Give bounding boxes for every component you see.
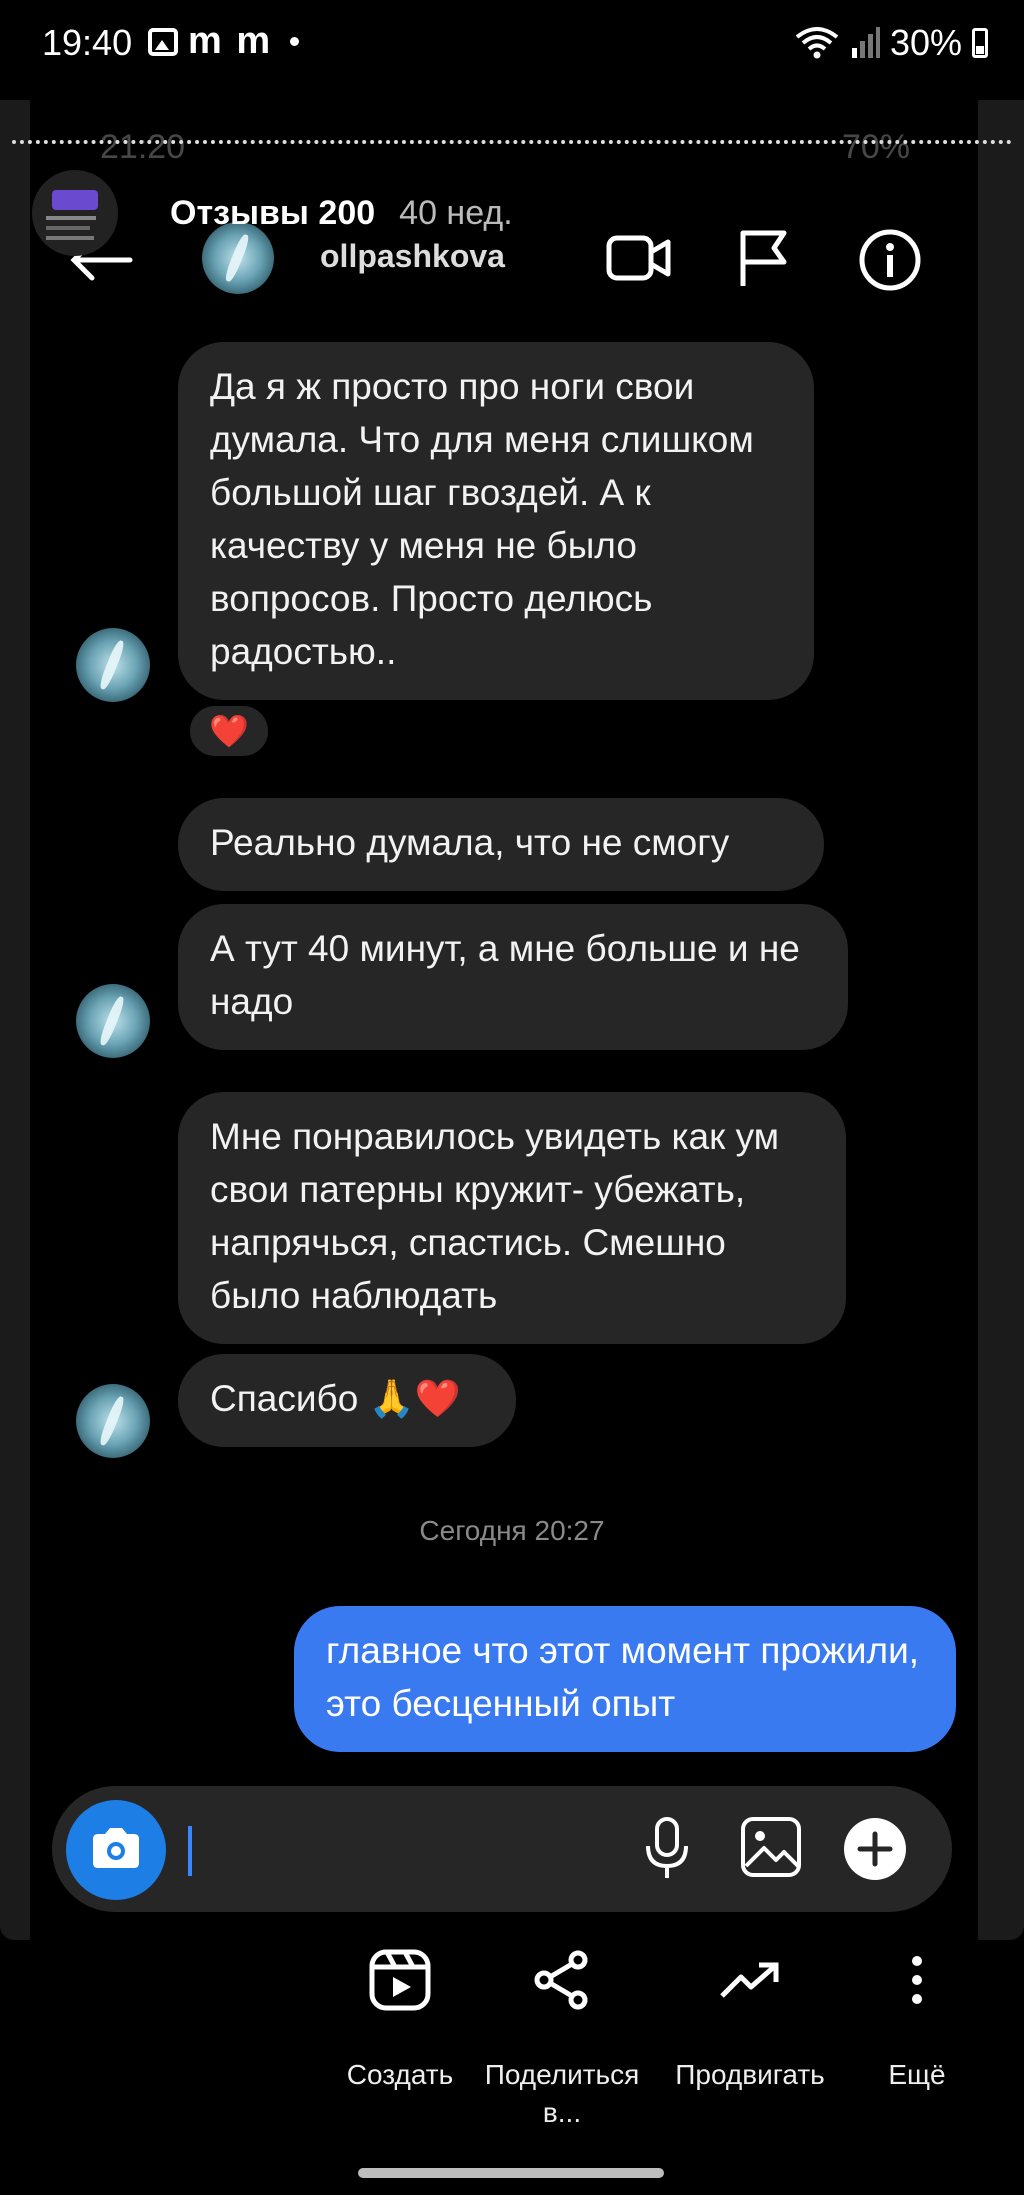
post-actions-bar: Создать Поделиться в... Продвигать Ещё <box>0 1940 1024 2128</box>
more-button[interactable]: Ещё <box>872 1940 962 2094</box>
add-icon[interactable] <box>842 1816 908 1887</box>
status-time: 19:40 <box>42 22 133 63</box>
message-composer <box>52 1786 952 1912</box>
share-label: Поделиться в... <box>484 2059 640 2128</box>
message-avatar[interactable] <box>76 1384 150 1458</box>
signal-icon <box>850 26 880 60</box>
message-bubble: А тут 40 минут, а мне больше и не надо <box>178 904 848 1050</box>
inner-status-bar: 21:20 70% <box>100 128 910 168</box>
heart-reaction[interactable]: ❤️ <box>186 702 272 760</box>
message-bubble: Мне понравилось увидеть как ум свои пате… <box>178 1092 846 1344</box>
share-icon <box>472 1940 652 2020</box>
message-input[interactable] <box>188 1826 192 1876</box>
my-message-bubble: главное что этот момент прожили, это бес… <box>294 1606 956 1752</box>
video-call-icon[interactable] <box>606 228 672 293</box>
reels-create-icon <box>330 1940 470 2020</box>
gallery-notification-icon <box>148 27 178 56</box>
message-bubble: Реально думала, что не смогу <box>178 798 824 891</box>
status-notification-icons: m m <box>148 20 300 63</box>
message-avatar[interactable] <box>76 984 150 1058</box>
wifi-icon <box>794 25 840 61</box>
promote-button[interactable]: Продвигать <box>664 1940 836 2094</box>
share-button[interactable]: Поделиться в... <box>472 1940 652 2132</box>
home-indicator[interactable] <box>358 2168 664 2178</box>
story-thumbnail[interactable] <box>32 170 118 256</box>
microphone-icon[interactable] <box>642 1816 692 1887</box>
info-icon[interactable] <box>858 228 922 297</box>
camera-button[interactable] <box>66 1800 166 1900</box>
battery-percent: 30% <box>889 22 962 63</box>
heart-icon: ❤️ <box>209 713 249 749</box>
more-notifications-dot-icon <box>290 37 300 46</box>
message-avatar[interactable] <box>76 628 150 702</box>
promote-label: Продвигать <box>675 2059 825 2090</box>
message-bubble: Да я ж просто про ноги свои думала. Что … <box>178 342 814 700</box>
more-vertical-icon <box>872 1940 962 2020</box>
status-bar: 19:40 m m 30% <box>0 0 1024 90</box>
story-header: Отзывы 200 40 нед. <box>32 168 513 258</box>
create-label: Создать <box>346 2059 454 2090</box>
create-button[interactable]: Создать <box>330 1940 470 2094</box>
camera-icon <box>89 1825 143 1876</box>
date-separator: Сегодня 20:27 <box>419 1515 605 1546</box>
status-right: 30% <box>794 22 988 64</box>
message-bubble: Спасибо 🙏❤️ <box>178 1354 516 1447</box>
inner-battery: 70% <box>841 128 910 166</box>
gallery-icon[interactable] <box>740 1816 802 1883</box>
inner-status-time: 21:20 <box>100 128 186 166</box>
more-label: Ещё <box>888 2059 946 2090</box>
notification-letters: m m <box>188 20 273 62</box>
story-time: 40 нед. <box>399 193 513 232</box>
story-title[interactable]: Отзывы 200 <box>170 194 375 233</box>
battery-icon <box>972 28 988 58</box>
trending-up-icon <box>664 1940 836 2020</box>
flag-icon[interactable] <box>738 228 790 295</box>
